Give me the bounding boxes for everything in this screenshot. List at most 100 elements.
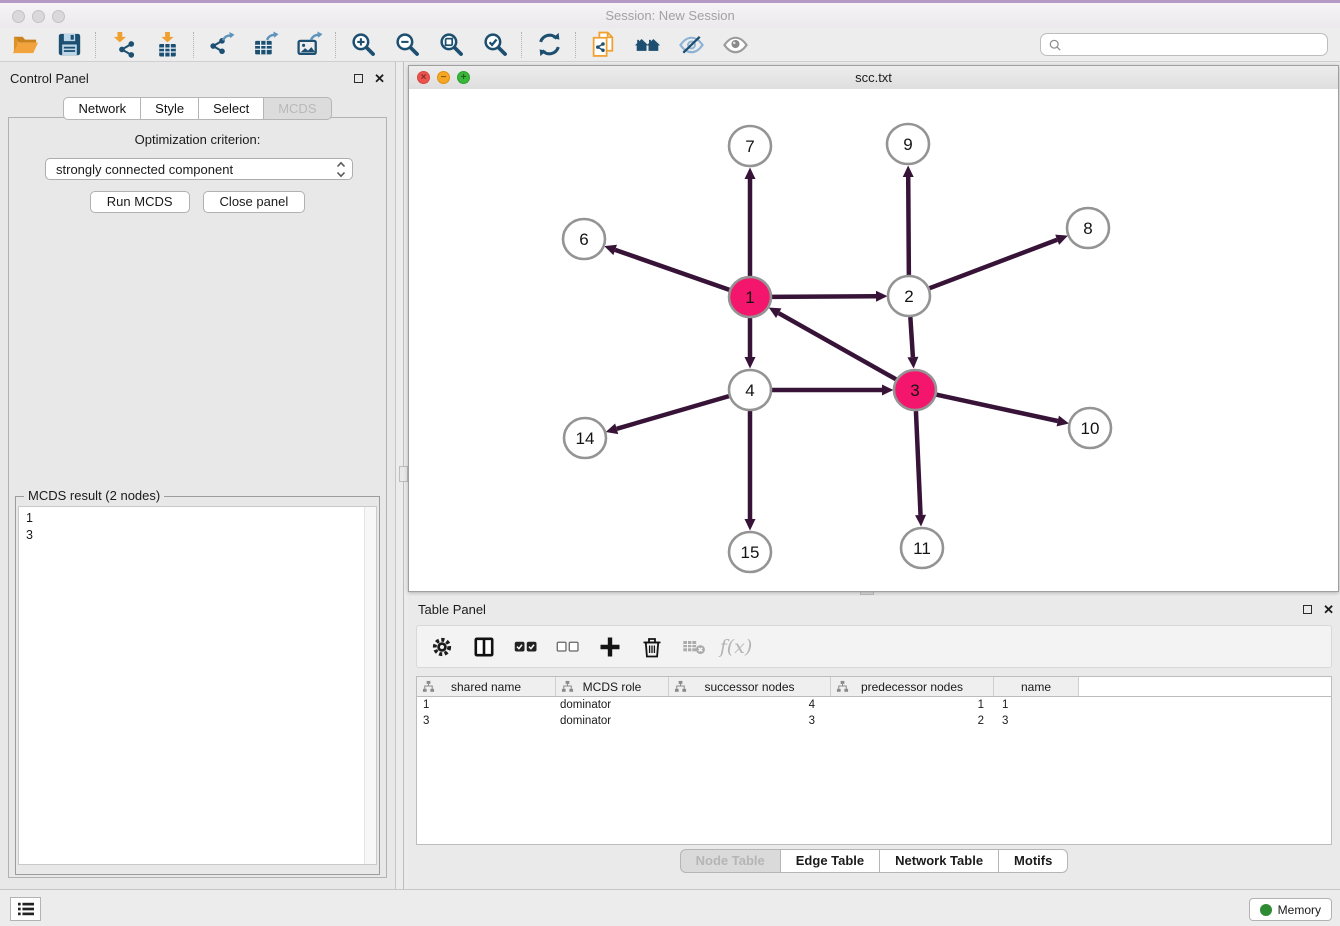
graph-edge-1-2[interactable]: [771, 291, 888, 302]
cell-name[interactable]: 3: [994, 715, 1079, 727]
criterion-dropdown[interactable]: strongly connected component: [45, 158, 353, 180]
export-table-button[interactable]: [250, 30, 280, 60]
refresh-button[interactable]: [534, 30, 564, 60]
result-scrollbar[interactable]: [364, 507, 376, 864]
graph-edge-1-6[interactable]: [604, 245, 730, 290]
graph-edge-3-1[interactable]: [769, 308, 897, 380]
select-all-button[interactable]: [513, 634, 539, 660]
network-maximize-icon[interactable]: [457, 71, 470, 84]
network-canvas[interactable]: 7 9 6 8 1 2 4 3 14 10 15 11: [409, 89, 1338, 591]
cell-MCDS-role[interactable]: dominator: [556, 715, 669, 727]
column-header-successor-nodes[interactable]: successor nodes: [669, 677, 831, 696]
export-image-button[interactable]: [294, 30, 324, 60]
graph-node-9[interactable]: 9: [887, 124, 929, 164]
tab-select[interactable]: Select: [199, 97, 264, 120]
close-table-panel-icon[interactable]: [1323, 603, 1334, 616]
import-network-icon: [110, 31, 137, 58]
zoom-out-button[interactable]: [392, 30, 422, 60]
graph-edge-2-3[interactable]: [907, 317, 918, 369]
graph-edge-4-15[interactable]: [745, 411, 756, 531]
network-file-button[interactable]: [588, 30, 618, 60]
graph-edge-3-10[interactable]: [936, 394, 1069, 426]
delete-row-button[interactable]: [639, 634, 665, 660]
network-graph[interactable]: 7 9 6 8 1 2 4 3 14 10 15 11: [409, 89, 1338, 591]
graph-edge-2-9[interactable]: [903, 165, 914, 275]
column-header-predecessor-nodes[interactable]: predecessor nodes: [831, 677, 994, 696]
function-builder-icon: f(x): [720, 636, 753, 658]
cell-successor-nodes[interactable]: 4: [669, 699, 831, 711]
zoom-fit-button[interactable]: [436, 30, 466, 60]
graph-node-2[interactable]: 2: [888, 276, 930, 316]
search-input[interactable]: [1066, 37, 1327, 53]
graph-node-15[interactable]: 15: [729, 532, 771, 572]
export-network-button[interactable]: [206, 30, 236, 60]
column-header-name[interactable]: name: [994, 677, 1079, 696]
graph-node-3[interactable]: 3: [894, 370, 936, 410]
refresh-icon: [536, 31, 563, 58]
cell-shared-name[interactable]: 3: [417, 715, 556, 727]
save-session-button[interactable]: [54, 30, 84, 60]
graph-node-14[interactable]: 14: [564, 418, 606, 458]
tab-node-table[interactable]: Node Table: [680, 849, 781, 873]
float-table-panel-icon[interactable]: [1303, 605, 1312, 614]
network-window-titlebar[interactable]: scc.txt: [409, 66, 1338, 90]
hide-details-button[interactable]: [676, 30, 706, 60]
graph-edge-2-8[interactable]: [929, 235, 1068, 289]
toolbar-group: [588, 30, 750, 60]
tab-network-table[interactable]: Network Table: [880, 849, 999, 873]
graph-edge-4-3[interactable]: [771, 385, 894, 396]
run-mcds-button[interactable]: Run MCDS: [90, 191, 190, 213]
float-panel-icon[interactable]: [354, 74, 363, 83]
graph-edge-3-11[interactable]: [915, 411, 926, 527]
graph-node-8[interactable]: 8: [1067, 208, 1109, 248]
table-row[interactable]: 3dominator323: [417, 713, 1331, 729]
memory-label: Memory: [1278, 903, 1321, 917]
add-button[interactable]: [597, 634, 623, 660]
graph-node-7[interactable]: 7: [729, 126, 771, 166]
graph-edge-1-4[interactable]: [745, 318, 756, 369]
network-close-icon[interactable]: [417, 71, 430, 84]
graph-node-4[interactable]: 4: [729, 370, 771, 410]
cell-predecessor-nodes[interactable]: 1: [831, 699, 994, 711]
delete-table-button[interactable]: [681, 634, 707, 660]
graph-node-10[interactable]: 10: [1069, 408, 1111, 448]
table-row[interactable]: 1dominator411: [417, 697, 1331, 713]
columns-button[interactable]: [471, 634, 497, 660]
network-minimize-icon[interactable]: [437, 71, 450, 84]
cell-name[interactable]: 1: [994, 699, 1079, 711]
graph-edge-4-14[interactable]: [606, 396, 730, 434]
tab-motifs[interactable]: Motifs: [999, 849, 1068, 873]
tab-mcds[interactable]: MCDS: [264, 97, 331, 120]
zoom-in-button[interactable]: [348, 30, 378, 60]
tab-style[interactable]: Style: [141, 97, 199, 120]
cell-successor-nodes[interactable]: 3: [669, 715, 831, 727]
deselect-all-button[interactable]: [555, 634, 581, 660]
cell-predecessor-nodes[interactable]: 2: [831, 715, 994, 727]
mcds-result-area[interactable]: 1 3: [18, 506, 377, 865]
cell-MCDS-role[interactable]: dominator: [556, 699, 669, 711]
show-annotations-button[interactable]: [720, 30, 750, 60]
graph-node-1[interactable]: 1: [729, 277, 771, 317]
close-panel-icon[interactable]: [374, 72, 385, 85]
tab-edge-table[interactable]: Edge Table: [781, 849, 880, 873]
home-button[interactable]: [632, 30, 662, 60]
task-history-button[interactable]: [10, 897, 41, 921]
import-table-button[interactable]: [152, 30, 182, 60]
graph-edge-1-7[interactable]: [745, 168, 756, 277]
graph-node-6[interactable]: 6: [563, 219, 605, 259]
memory-button[interactable]: Memory: [1249, 898, 1332, 921]
vertical-splitter-handle[interactable]: [399, 466, 408, 482]
tab-network[interactable]: Network: [63, 97, 141, 120]
cell-shared-name[interactable]: 1: [417, 699, 556, 711]
open-session-button[interactable]: [10, 30, 40, 60]
function-builder-button[interactable]: f(x): [723, 634, 749, 660]
zoom-selected-button[interactable]: [480, 30, 510, 60]
column-header-MCDS-role[interactable]: MCDS role: [556, 677, 669, 696]
node-table[interactable]: shared nameMCDS rolesuccessor nodesprede…: [416, 676, 1332, 845]
settings-button[interactable]: [429, 634, 455, 660]
close-panel-button[interactable]: Close panel: [203, 191, 306, 213]
import-network-button[interactable]: [108, 30, 138, 60]
search-box[interactable]: [1040, 33, 1328, 56]
graph-node-11[interactable]: 11: [901, 528, 943, 568]
column-header-shared-name[interactable]: shared name: [417, 677, 556, 696]
